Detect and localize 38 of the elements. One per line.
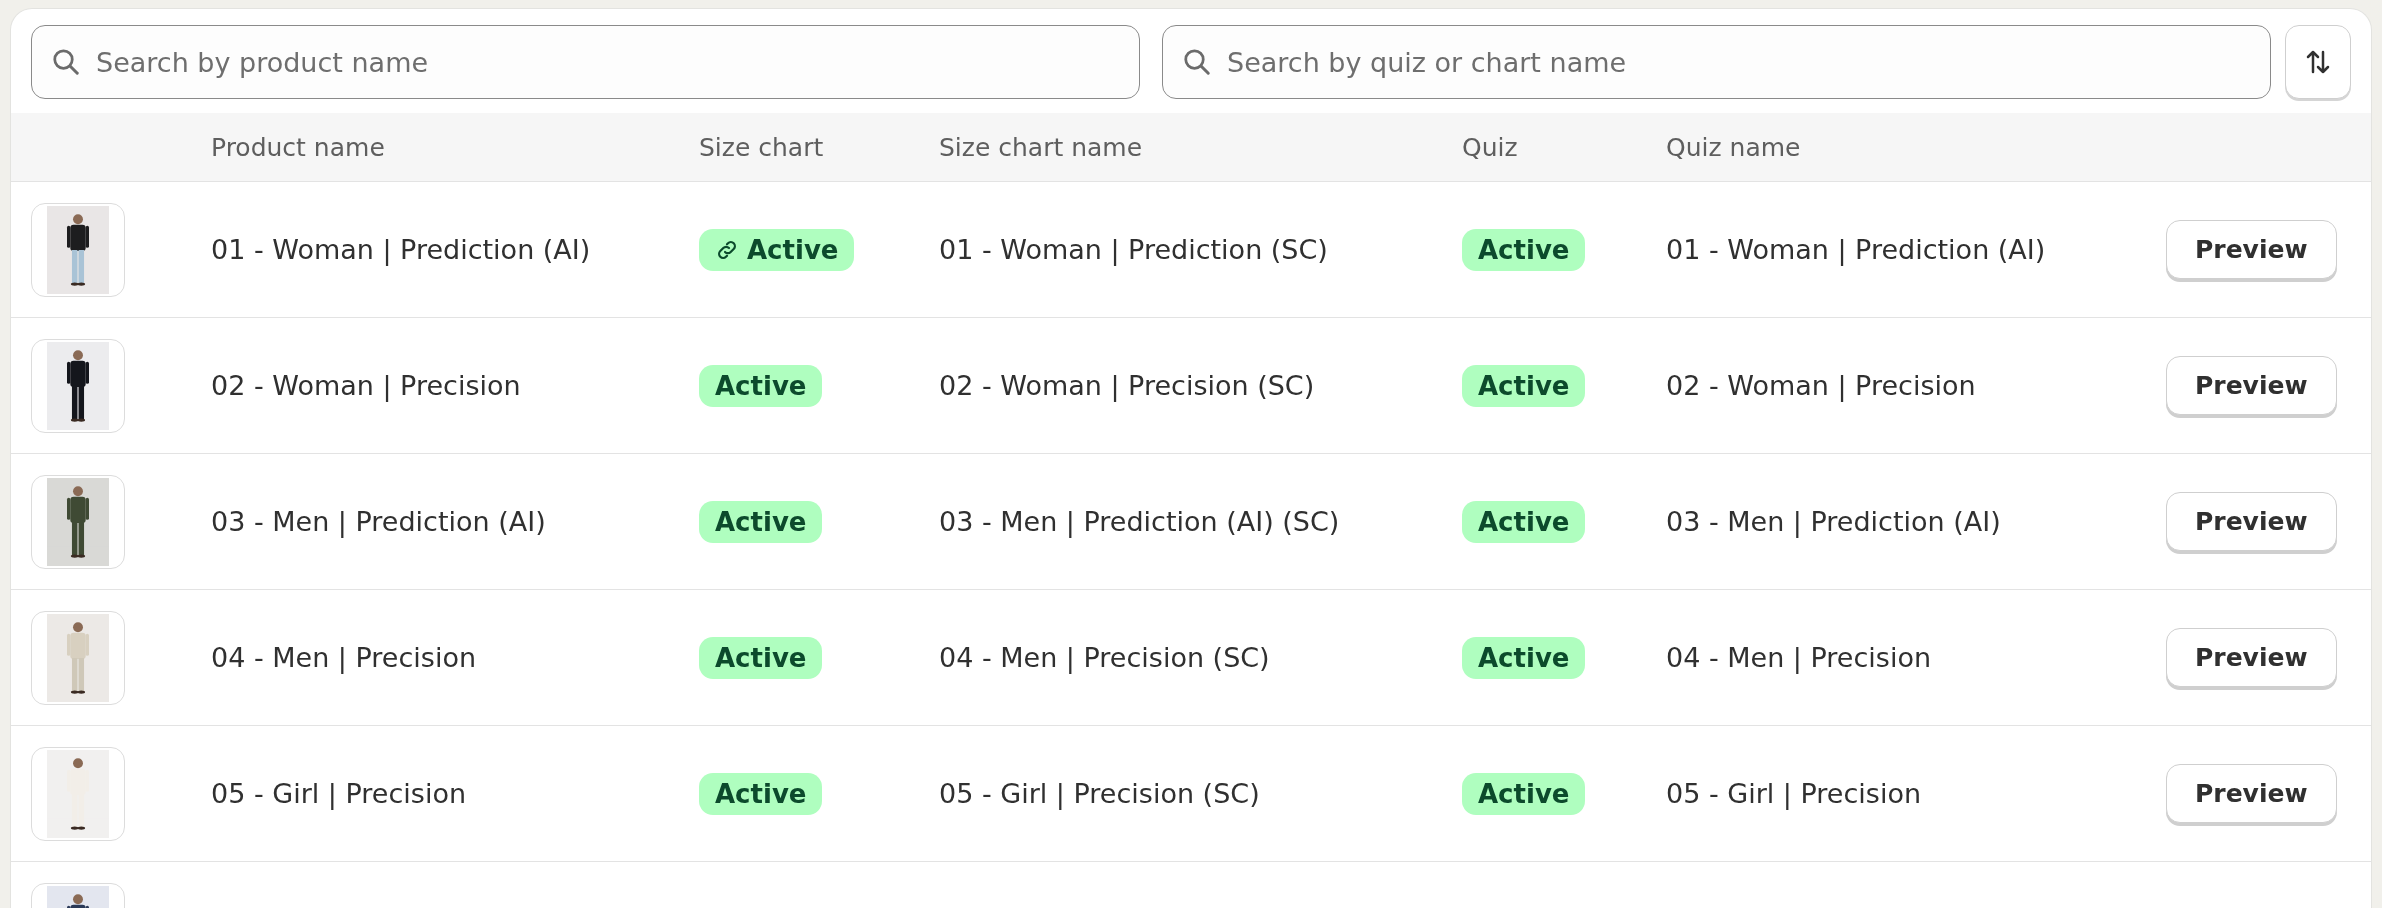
status-badge: Active (699, 228, 855, 271)
quiz-name: 01 - Woman | Prediction (AI) (1666, 234, 2047, 265)
status-badge: Active (1462, 364, 1586, 407)
status-badge: Active (1462, 772, 1586, 815)
status-badge: Active (699, 636, 823, 679)
status-badge: Active (1462, 636, 1586, 679)
preview-button[interactable]: Preview (2166, 356, 2337, 415)
status-badge: Active (1462, 500, 1586, 543)
search-field[interactable]: Search by product name (31, 25, 1140, 99)
preview-button[interactable]: Preview (2166, 628, 2337, 687)
status-badge: Active (699, 364, 823, 407)
status-badge: Active (699, 772, 823, 815)
product-name: 05 - Girl | Precision (211, 778, 468, 809)
product-name: 02 - Woman | Precision (211, 370, 522, 401)
product-name: 03 - Men | Prediction (AI) (211, 506, 547, 537)
column-header: Size chart (699, 132, 825, 162)
search-field[interactable]: Search by quiz or chart name (1162, 25, 2271, 99)
size-chart-name: 04 - Men | Precision (SC) (939, 642, 1271, 673)
size-chart-name: 02 - Woman | Precision (SC) (939, 370, 1316, 401)
column-header: Product name (211, 132, 386, 162)
sort-button[interactable] (2285, 25, 2351, 99)
product-name: 01 - Woman | Prediction (AI) (211, 234, 592, 265)
quiz-name: 04 - Men | Precision (1666, 642, 1933, 673)
column-header: Quiz (1462, 132, 1519, 162)
quiz-name: 03 - Men | Prediction (AI) (1666, 506, 2002, 537)
quiz-name: 02 - Woman | Precision (1666, 370, 1977, 401)
size-chart-name: 01 - Woman | Prediction (SC) (939, 234, 1329, 265)
product-name: 04 - Men | Precision (211, 642, 478, 673)
preview-button[interactable]: Preview (2166, 492, 2337, 551)
preview-button[interactable]: Preview (2166, 220, 2337, 279)
size-chart-name: 03 - Men | Prediction (AI) (SC) (939, 506, 1341, 537)
preview-button[interactable]: Preview (2166, 764, 2337, 823)
status-badge: Active (1462, 228, 1586, 271)
status-badge: Active (699, 500, 823, 543)
column-header: Quiz name (1666, 132, 1802, 162)
size-chart-name: 05 - Girl | Precision (SC) (939, 778, 1261, 809)
column-header: Size chart name (939, 132, 1144, 162)
quiz-name: 05 - Girl | Precision (1666, 778, 1923, 809)
